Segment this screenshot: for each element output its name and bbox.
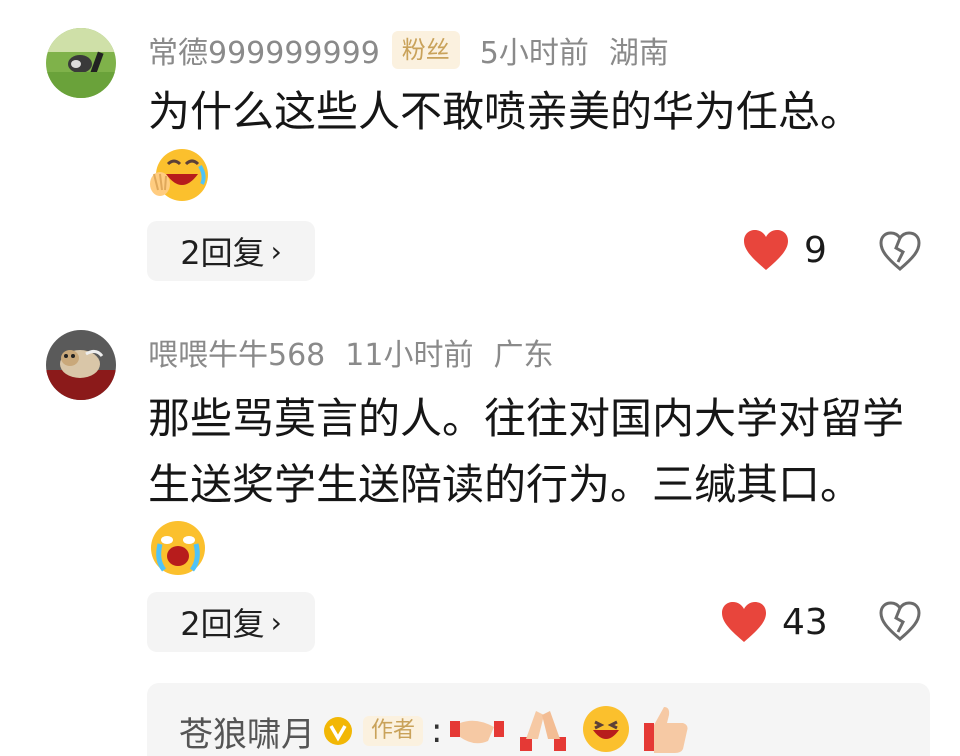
author-reply-preview[interactable]: 苍狼啸月 作者 : [147, 683, 930, 756]
broken-heart-icon [879, 601, 921, 641]
timestamp: 5小时前 [479, 36, 589, 71]
colon: : [431, 711, 443, 751]
reply-emojis [450, 703, 697, 756]
laughing-crying-emoji [148, 144, 210, 224]
dislike-button[interactable] [878, 600, 922, 644]
heart-icon [744, 230, 788, 270]
comment-text: 那些骂莫言的人。往往对国内大学对留学生送奖学生送陪读的行为。三缄其口。 [148, 386, 908, 597]
grinning-emoji [581, 704, 631, 756]
dislike-button[interactable] [878, 230, 922, 274]
username[interactable]: 喂喂牛牛568 [148, 330, 325, 374]
comment-text-content: 那些骂莫言的人。往往对国内大学对留学生送奖学生送陪读的行为。三缄其口。 [148, 394, 905, 509]
avatar[interactable] [46, 330, 116, 400]
fan-badge: 粉丝 [391, 31, 460, 69]
avatar[interactable] [46, 28, 116, 98]
verified-badge-icon [323, 716, 353, 746]
like-button[interactable]: 9 [742, 228, 827, 272]
like-count: 43 [782, 601, 828, 643]
reply-label: 2回复 [180, 234, 265, 272]
username[interactable]: 常德999999999 [148, 28, 380, 72]
comment-meta: 喂喂牛牛568 11小时前 广东 [148, 330, 553, 374]
broken-heart-icon [879, 231, 921, 271]
reply-button[interactable]: 2回复 › [147, 221, 315, 281]
location: 广东 [493, 338, 554, 373]
clapping-emoji [516, 705, 570, 756]
reply-label: 2回复 [180, 605, 265, 643]
comment-text: 为什么这些人不敢喷亲美的华为任总。 [148, 80, 928, 224]
comment-text-content: 为什么这些人不敢喷亲美的华为任总。 [148, 87, 863, 136]
like-button[interactable]: 43 [720, 600, 828, 644]
author-tag: 作者 [363, 716, 424, 746]
heart-icon [722, 602, 766, 642]
location: 湖南 [608, 36, 669, 71]
reply-button[interactable]: 2回复 › [147, 592, 315, 652]
handshake-emoji [450, 709, 505, 753]
thumbs-up-emoji [642, 703, 692, 756]
chevron-right-icon: › [270, 234, 282, 268]
comment-meta: 常德999999999 粉丝 5小时前 湖南 [148, 28, 669, 72]
author-name[interactable]: 苍狼啸月 [179, 707, 315, 756]
timestamp: 11小时前 [345, 338, 474, 373]
crying-emoji [148, 518, 208, 597]
like-count: 9 [804, 229, 827, 271]
chevron-right-icon: › [270, 605, 282, 639]
